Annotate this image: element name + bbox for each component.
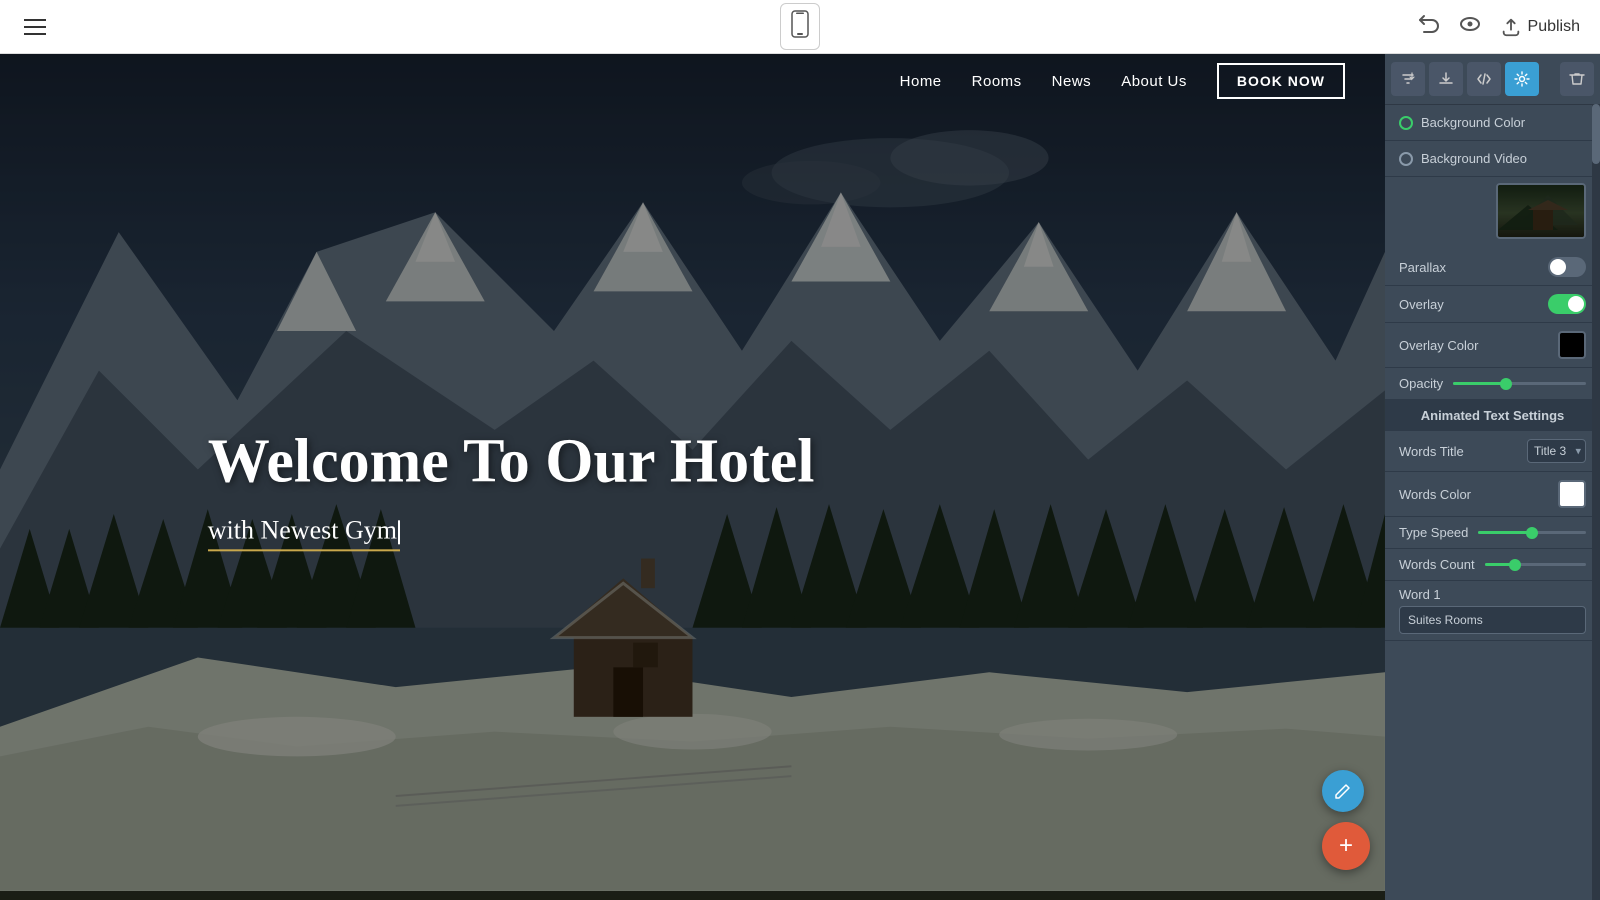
menu-icon[interactable] [20,15,50,39]
hero-subtitle: with Newest Gym [208,516,400,552]
hero-title: Welcome To Our Hotel [208,427,815,495]
words-color-swatch[interactable] [1558,480,1586,508]
canvas: Home Rooms News About Us BOOK NOW Welcom… [0,54,1385,900]
video-thumbnail-row [1385,177,1600,249]
hero-background: Home Rooms News About Us BOOK NOW Welcom… [0,54,1385,900]
words-count-row: Words Count [1385,549,1600,581]
panel-toolbar [1385,54,1600,105]
delete-button[interactable] [1560,62,1594,96]
top-toolbar: Publish [0,0,1600,54]
toolbar-center [780,3,820,50]
overlay-color-swatch[interactable] [1558,331,1586,359]
overlay-color-label: Overlay Color [1399,338,1478,353]
panel-content: Background Color Background Video [1385,105,1600,900]
canvas-nav: Home Rooms News About Us BOOK NOW [0,54,1385,108]
code-button[interactable] [1467,62,1501,96]
right-panel: Background Color Background Video [1385,54,1600,900]
download-button[interactable] [1429,62,1463,96]
overlay-label: Overlay [1399,297,1444,312]
nav-home[interactable]: Home [900,73,942,90]
words-count-label: Words Count [1399,557,1475,572]
undo-button[interactable] [1416,12,1440,42]
nav-about-us[interactable]: About Us [1121,73,1187,90]
opacity-row: Opacity [1385,368,1600,400]
nav-news[interactable]: News [1052,73,1092,90]
publish-label: Publish [1528,18,1580,36]
background-video-row: Background Video [1385,141,1600,177]
background-color-label: Background Color [1399,115,1525,130]
mobile-preview-button[interactable] [780,3,820,50]
parallax-label: Parallax [1399,260,1446,275]
toolbar-left [20,15,50,39]
fab-container: + [1322,770,1370,870]
opacity-label: Opacity [1399,376,1443,391]
panel-scrollbar[interactable] [1592,104,1600,900]
type-speed-slider[interactable] [1478,531,1586,534]
type-speed-row: Type Speed [1385,517,1600,549]
background-color-radio[interactable] [1399,116,1413,130]
words-color-label: Words Color [1399,487,1471,502]
parallax-row: Parallax [1385,249,1600,286]
word-1-row: Word 1 [1385,581,1600,641]
words-color-row: Words Color [1385,472,1600,517]
words-title-select[interactable]: Title 1 Title 2 Title 3 Title 4 [1527,439,1586,463]
overlay-toggle[interactable] [1548,294,1586,314]
background-color-row: Background Color [1385,105,1600,141]
background-video-label: Background Video [1399,151,1527,166]
preview-button[interactable] [1458,12,1482,42]
nav-rooms[interactable]: Rooms [972,73,1022,90]
add-fab-button[interactable]: + [1322,822,1370,870]
settings-button[interactable] [1505,62,1539,96]
type-speed-label: Type Speed [1399,525,1468,540]
parallax-toggle[interactable] [1548,257,1586,277]
video-thumbnail[interactable] [1496,183,1586,239]
words-title-select-wrapper: Title 1 Title 2 Title 3 Title 4 [1527,439,1586,463]
edit-fab-button[interactable] [1322,770,1364,812]
panel-scrollbar-thumb[interactable] [1592,104,1600,164]
hero-content: Welcome To Our Hotel with Newest Gym [208,427,815,551]
words-title-label: Words Title [1399,444,1464,459]
overlay-row: Overlay [1385,286,1600,323]
animated-text-section-header: Animated Text Settings [1385,400,1600,431]
word-1-label: Word 1 [1399,587,1586,602]
sort-button[interactable] [1391,62,1425,96]
nav-book-now[interactable]: BOOK NOW [1217,63,1345,99]
toolbar-right: Publish [1416,12,1580,42]
words-count-slider[interactable] [1485,563,1586,566]
background-video-radio[interactable] [1399,152,1413,166]
opacity-slider[interactable] [1453,382,1586,385]
overlay-color-row: Overlay Color [1385,323,1600,368]
words-title-row: Words Title Title 1 Title 2 Title 3 Titl… [1385,431,1600,472]
publish-button[interactable]: Publish [1500,16,1580,38]
word-1-input[interactable] [1399,606,1586,634]
